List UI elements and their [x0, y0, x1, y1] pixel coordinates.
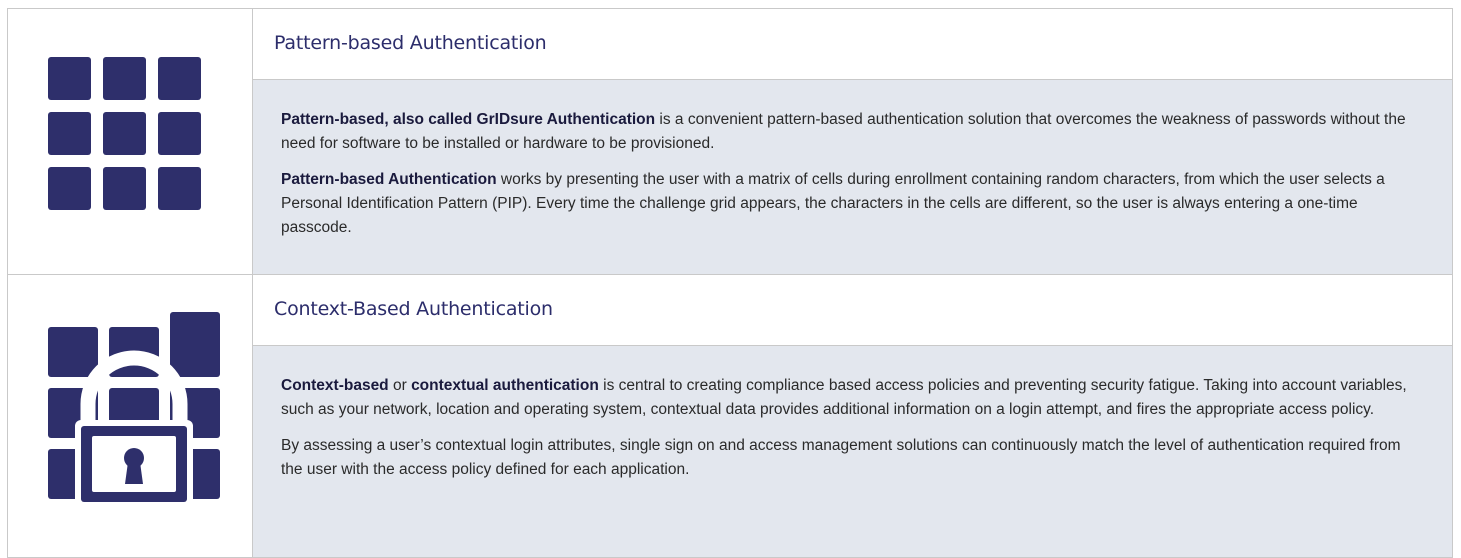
paragraph: By assessing a user’s contextual login a…	[281, 434, 1412, 482]
section-header: Pattern-based Authentication	[253, 9, 1452, 80]
bold-term: Pattern-based, also called GrIDsure Auth…	[281, 111, 656, 128]
grid-icon	[48, 57, 201, 210]
icon-cell	[8, 9, 253, 274]
padlock-grid-icon	[48, 312, 220, 502]
table-row: Pattern-based Authentication Pattern-bas…	[8, 9, 1452, 274]
bold-term: Context-based	[281, 377, 389, 394]
section-title: Pattern-based Authentication	[274, 32, 547, 54]
section-content: Context-Based Authentication Context-bas…	[253, 275, 1452, 557]
bold-term: contextual authentication	[411, 377, 599, 394]
paragraph-text: By assessing a user’s contextual login a…	[281, 437, 1401, 478]
paragraph-text: or	[388, 377, 412, 394]
bold-term: Pattern-based Authentication	[281, 171, 497, 188]
paragraph: Pattern-based Authentication works by pr…	[281, 168, 1412, 240]
section-title: Context-Based Authentication	[274, 298, 553, 320]
section-content: Pattern-based Authentication Pattern-bas…	[253, 9, 1452, 274]
auth-methods-table: Pattern-based Authentication Pattern-bas…	[7, 8, 1453, 558]
section-body: Context-based or contextual authenticati…	[253, 346, 1452, 557]
icon-cell	[8, 275, 253, 557]
paragraph: Pattern-based, also called GrIDsure Auth…	[281, 108, 1412, 156]
table-row: Context-Based Authentication Context-bas…	[8, 274, 1452, 557]
section-header: Context-Based Authentication	[253, 275, 1452, 346]
paragraph: Context-based or contextual authenticati…	[281, 374, 1412, 422]
section-body: Pattern-based, also called GrIDsure Auth…	[253, 80, 1452, 274]
